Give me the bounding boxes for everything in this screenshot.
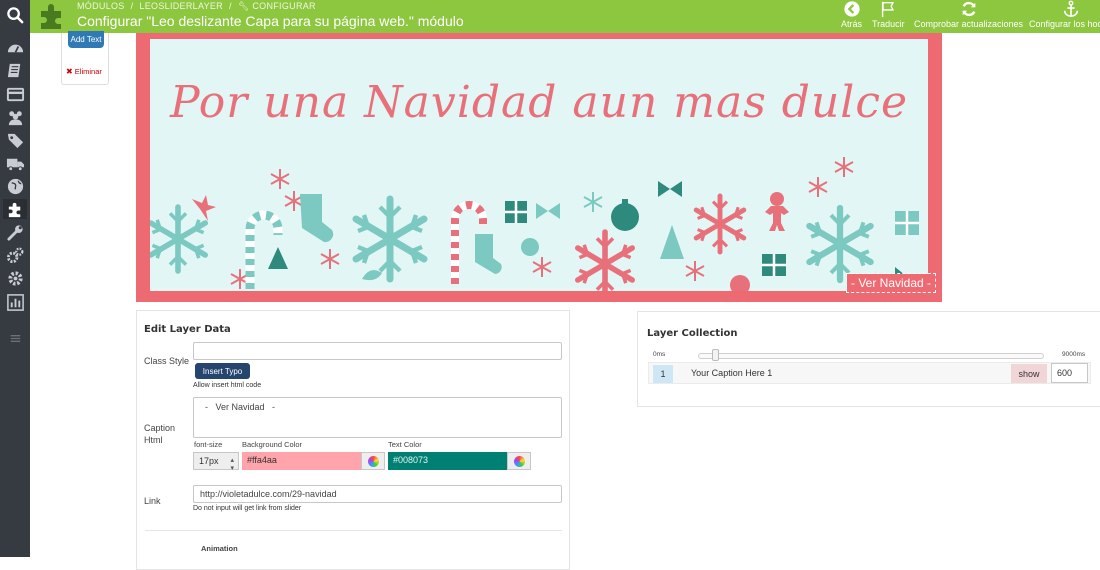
layer-number: 1 — [653, 365, 673, 383]
link-hint: Do not input will get link from slider — [193, 505, 302, 512]
customers-icon[interactable] — [3, 107, 27, 127]
color-wheel-icon — [513, 455, 525, 467]
configure-hooks-label: Configurar los hooks — [1029, 19, 1100, 29]
insert-typo-button[interactable]: Insert Typo — [195, 363, 250, 379]
breadcrumb-leosliderlayer[interactable]: LeoSliderLayer — [139, 1, 223, 11]
delete-layer-button[interactable]: ✖ Eliminar — [66, 67, 102, 76]
wrench-icon: 🔧︎ — [237, 1, 250, 11]
check-updates-label: Comprobar actualizaciones — [914, 19, 1024, 29]
layer-tools-panel: Add Text ✖ Eliminar — [61, 31, 109, 85]
advanced-parameters-icon[interactable] — [3, 245, 27, 265]
section-divider — [145, 530, 562, 531]
christmas-ornaments-illustration — [150, 156, 919, 291]
layer-collection-title: Layer Collection — [647, 328, 738, 339]
text-color-picker-button[interactable] — [507, 452, 531, 470]
slider-image: Por una Navidad aun mas dulce — [150, 39, 928, 291]
collapse-menu-icon[interactable] — [3, 328, 27, 348]
timeline-track[interactable] — [698, 353, 1044, 359]
font-size-value: 17px — [199, 456, 219, 466]
edit-layer-panel: Edit Layer Data Class Style Insert Typo … — [136, 310, 570, 570]
flag-icon — [882, 1, 895, 18]
link-label: Link — [144, 496, 161, 506]
stats-icon[interactable] — [3, 292, 27, 312]
page-title: Configurar "Leo deslizante Capa para su … — [77, 13, 464, 29]
layer-time-input[interactable]: 600 — [1051, 363, 1088, 383]
timeline-handle[interactable] — [712, 349, 719, 361]
breadcrumb-modules[interactable]: Módulos — [77, 1, 125, 11]
font-size-select[interactable]: 17px ▴ ▾ — [193, 452, 239, 472]
edit-layer-title: Edit Layer Data — [144, 324, 231, 335]
search-icon[interactable] — [3, 5, 27, 25]
breadcrumb-configure: Configurar — [252, 1, 316, 11]
admin-sidebar — [0, 0, 30, 557]
text-color-label: Text Color — [388, 440, 422, 449]
check-updates-button[interactable]: Comprobar actualizaciones — [914, 0, 1023, 33]
page-header: Módulos / LeoSliderLayer / 🔧︎ Configurar Con… — [30, 0, 1100, 33]
slider-preview: Por una Navidad aun mas dulce — [136, 33, 942, 302]
show-button[interactable]: show — [1011, 364, 1047, 383]
layer-caption-preview[interactable]: - Ver Navidad - — [845, 273, 937, 293]
preferences-icon[interactable] — [3, 222, 27, 242]
class-style-input[interactable] — [193, 342, 562, 360]
text-color-input[interactable]: #008073 — [388, 452, 507, 470]
font-size-label: font-size — [194, 440, 223, 449]
configure-hooks-button[interactable]: Configurar los hooks — [1029, 0, 1100, 33]
back-button[interactable]: Atrás — [841, 0, 862, 33]
layer-row[interactable]: 1 Your Caption Here 1 show 600 — [648, 362, 1091, 384]
add-text-button[interactable]: Add Text — [68, 31, 104, 48]
select-arrows-icon: ▴ ▾ — [230, 457, 234, 472]
bg-color-input[interactable]: #ffa4aa — [242, 452, 361, 470]
translate-label: Traducir — [872, 19, 905, 29]
breadcrumb: Módulos / LeoSliderLayer / 🔧︎ Configurar — [77, 1, 316, 11]
back-label: Atrás — [841, 19, 863, 29]
delete-label: Eliminar — [74, 67, 102, 76]
delete-x-icon: ✖ — [66, 67, 73, 76]
back-circle-icon — [843, 1, 860, 17]
color-wheel-icon — [367, 455, 379, 467]
dashboard-icon[interactable] — [3, 37, 27, 57]
bg-color-label: Background Color — [242, 440, 303, 449]
translate-button[interactable]: Traducir — [872, 0, 905, 33]
modules-logo-icon — [37, 1, 67, 31]
administration-icon[interactable] — [3, 268, 27, 288]
shipping-icon[interactable] — [3, 153, 27, 173]
caption-html-textarea[interactable]: - Ver Navidad - — [193, 397, 562, 438]
allow-html-hint: Allow insert html code — [193, 382, 262, 389]
bg-color-picker-button[interactable] — [361, 452, 385, 470]
localization-icon[interactable] — [3, 176, 27, 196]
price-rules-icon[interactable] — [3, 130, 27, 150]
class-style-label: Class Style — [144, 356, 190, 366]
modules-icon[interactable] — [3, 199, 27, 219]
timeline-start-label: 0ms — [653, 351, 666, 358]
catalog-icon[interactable] — [3, 60, 27, 80]
orders-icon[interactable] — [3, 84, 27, 104]
layer-caption: Your Caption Here 1 — [691, 368, 773, 378]
caption-html-label: Caption Html — [144, 423, 176, 445]
animation-label: Animation — [201, 544, 238, 553]
layer-collection-panel: Layer Collection 0ms 9000ms 1 Your Capti… — [637, 311, 1100, 407]
refresh-icon — [962, 1, 976, 17]
link-input[interactable]: http://violetadulce.com/29-navidad — [193, 485, 562, 503]
anchor-icon — [1063, 0, 1079, 18]
timeline-end-label: 9000ms — [1062, 351, 1086, 358]
